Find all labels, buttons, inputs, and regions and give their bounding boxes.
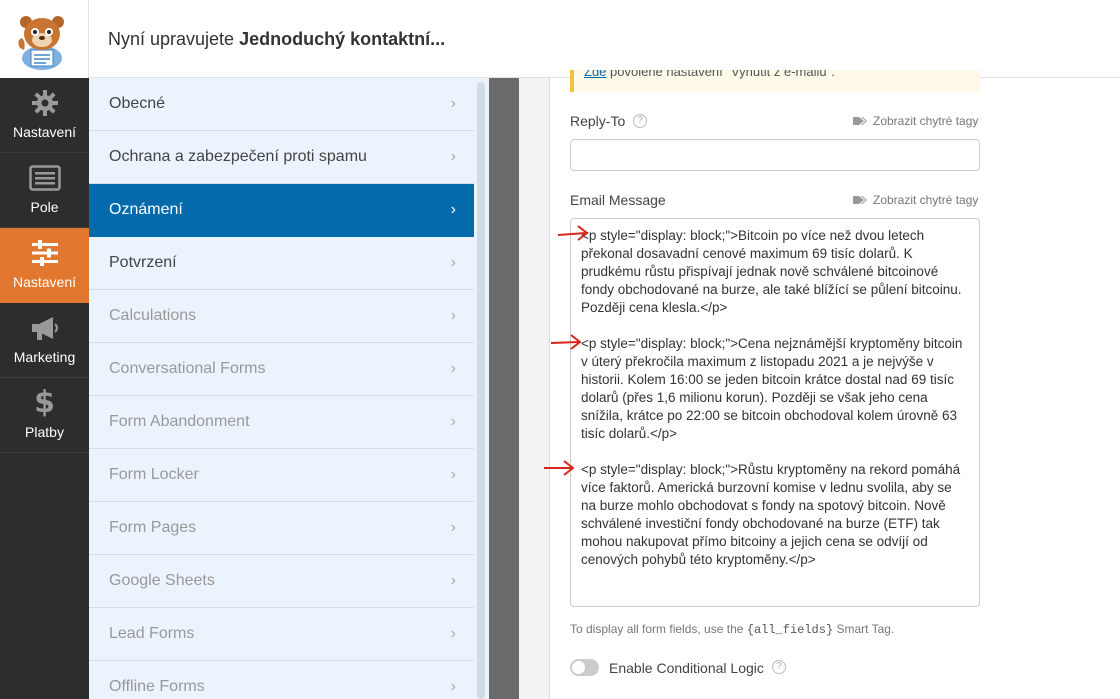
reply-to-input[interactable] xyxy=(570,139,980,171)
settings-item-label: Potvrzení xyxy=(109,254,177,271)
settings-item-label: Calculations xyxy=(109,307,197,324)
chevron-right-icon: › xyxy=(450,201,456,218)
nav-label: Pole xyxy=(30,199,59,215)
settings-item-label: Ochrana a zabezpečení proti spamu xyxy=(109,148,367,165)
dollar-icon: $ xyxy=(34,385,55,420)
settings-item-label: Obecné xyxy=(109,95,166,112)
left-navigation: Nastavení Pole Nastavení Marketing $ Pla… xyxy=(0,78,89,699)
settings-item-confirmations[interactable]: Potvrzení › xyxy=(89,237,474,290)
bear-mascot-icon xyxy=(18,16,64,70)
toggle-knob xyxy=(572,661,585,674)
nav-label: Platby xyxy=(25,424,64,440)
settings-item-label: Form Locker xyxy=(109,466,199,483)
sliders-icon xyxy=(31,240,58,266)
settings-item-form-pages[interactable]: Form Pages › xyxy=(89,502,474,555)
settings-item-label: Offline Forms xyxy=(109,678,205,695)
chevron-right-icon: › xyxy=(450,625,456,642)
conditional-logic-toggle[interactable] xyxy=(570,659,599,676)
settings-item-offline-forms[interactable]: Offline Forms › xyxy=(89,661,474,699)
notice-link[interactable]: Zde xyxy=(584,70,606,79)
email-message-textarea[interactable]: <p style="display: block;">Bitcoin po ví… xyxy=(570,218,980,607)
settings-item-form-abandonment[interactable]: Form Abandonment › xyxy=(89,396,474,449)
chevron-right-icon: › xyxy=(450,678,456,695)
hint-text: To display all form fields, use the xyxy=(570,622,747,636)
chevron-right-icon: › xyxy=(450,519,456,536)
settings-item-label: Conversational Forms xyxy=(109,360,266,377)
red-arrow-icon xyxy=(544,460,575,476)
help-icon[interactable]: ? xyxy=(772,660,786,674)
settings-item-google-sheets[interactable]: Google Sheets › xyxy=(89,555,474,608)
settings-item-notifications[interactable]: Oznámení › xyxy=(89,184,474,237)
settings-item-label: Oznámení xyxy=(109,201,183,218)
hint-text: Smart Tag. xyxy=(833,622,895,636)
all-fields-hint: To display all form fields, use the {all… xyxy=(570,622,894,637)
settings-item-lead-forms[interactable]: Lead Forms › xyxy=(89,608,474,661)
reply-to-label: Reply-To xyxy=(570,113,626,129)
message-paragraph: <p style="display: block;">Růstu kryptom… xyxy=(581,462,961,567)
fields-icon xyxy=(28,165,61,191)
red-arrow-icon xyxy=(550,334,582,350)
megaphone-icon xyxy=(31,317,58,340)
top-header: Nyní upravujete Jednoduchý kontaktní... xyxy=(0,0,1120,78)
nav-item-settings-active[interactable]: Nastavení xyxy=(0,228,89,303)
chevron-right-icon: › xyxy=(450,360,456,377)
tags-icon xyxy=(853,196,867,204)
notice-text: povolené nastavení "Vynutit z e-mailu". xyxy=(606,70,835,79)
nav-item-fields[interactable]: Pole xyxy=(0,153,89,228)
settings-item-general[interactable]: Obecné › xyxy=(89,78,474,131)
chevron-right-icon: › xyxy=(450,572,456,589)
title-prefix: Nyní upravujete xyxy=(108,29,240,49)
chevron-right-icon: › xyxy=(450,254,456,271)
chevron-right-icon: › xyxy=(450,466,456,483)
gear-icon xyxy=(31,90,58,116)
nav-label: Nastavení xyxy=(12,274,77,290)
settings-item-conversational-forms[interactable]: Conversational Forms › xyxy=(89,343,474,396)
form-name: Jednoduchý kontaktní... xyxy=(239,29,446,49)
chevron-right-icon: › xyxy=(450,413,456,430)
settings-item-label: Lead Forms xyxy=(109,625,195,642)
nav-item-marketing[interactable]: Marketing xyxy=(0,303,89,378)
settings-item-spam-protection[interactable]: Ochrana a zabezpečení proti spamu › xyxy=(89,131,474,184)
chevron-right-icon: › xyxy=(450,307,456,324)
page-title: Nyní upravujete Jednoduchý kontaktní... xyxy=(108,29,445,50)
chevron-right-icon: › xyxy=(450,148,456,165)
nav-item-payments[interactable]: $ Platby xyxy=(0,378,89,453)
nav-label: Marketing xyxy=(13,349,76,365)
settings-item-label: Google Sheets xyxy=(109,572,215,589)
settings-item-calculations[interactable]: Calculations › xyxy=(89,290,474,343)
nav-item-settings[interactable]: Nastavení xyxy=(0,78,89,153)
settings-sidebar: Obecné › Ochrana a zabezpečení proti spam… xyxy=(89,78,489,699)
conditional-logic-label: Enable Conditional Logic xyxy=(609,660,764,676)
chevron-right-icon: › xyxy=(450,95,456,112)
help-icon[interactable]: ? xyxy=(633,114,647,128)
tags-icon xyxy=(853,117,867,125)
wpforms-logo[interactable] xyxy=(0,0,89,78)
message-paragraph: <p style="display: block;">Bitcoin po ví… xyxy=(581,228,962,315)
panel-divider xyxy=(489,78,519,699)
email-message-smart-tags-link[interactable]: Zobrazit chytré tagy xyxy=(853,193,978,207)
smart-tags-label: Zobrazit chytré tagy xyxy=(873,114,979,128)
nav-label: Nastavení xyxy=(12,124,77,140)
smart-tags-label: Zobrazit chytré tagy xyxy=(873,193,979,207)
settings-item-label: Form Pages xyxy=(109,519,197,536)
reply-to-smart-tags-link[interactable]: Zobrazit chytré tagy xyxy=(853,114,978,128)
red-arrow-icon xyxy=(557,225,589,241)
settings-item-label: Form Abandonment xyxy=(109,413,250,430)
smart-tag-code: {all_fields} xyxy=(746,623,834,637)
message-paragraph: <p style="display: block;">Cena nejznámě… xyxy=(581,336,963,441)
notice-banner: Zde povolené nastavení "Vynutit z e-mail… xyxy=(570,70,980,92)
settings-item-form-locker[interactable]: Form Locker › xyxy=(89,449,474,502)
email-message-label: Email Message xyxy=(570,192,666,208)
settings-scrollbar[interactable] xyxy=(477,82,485,699)
